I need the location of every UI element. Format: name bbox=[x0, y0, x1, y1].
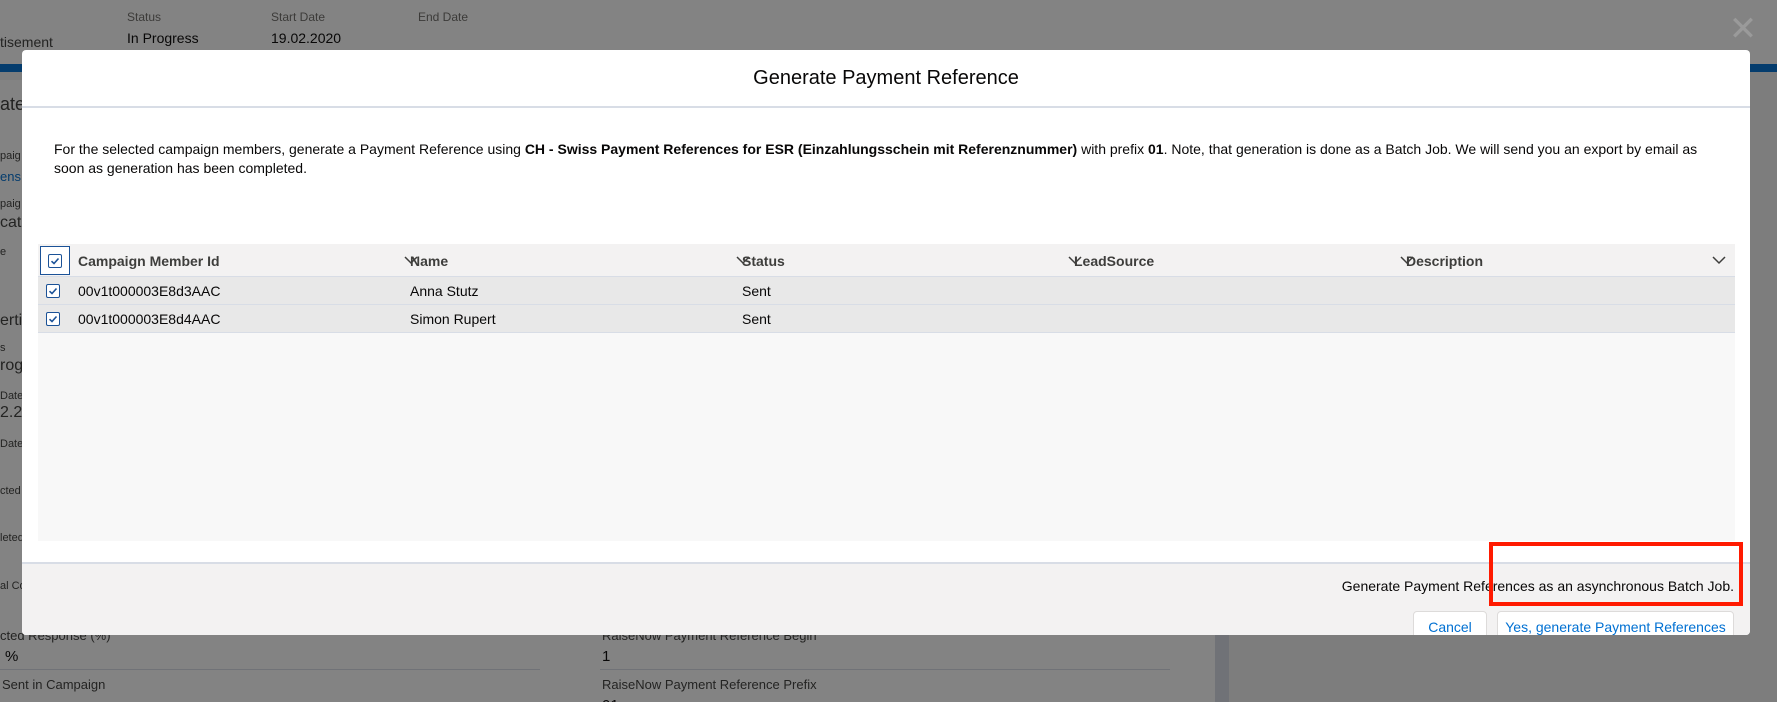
checkbox-checked-icon bbox=[48, 253, 62, 268]
table-row[interactable]: 00v1t000003E8d4AAC Simon Rupert Sent bbox=[38, 305, 1735, 333]
column-header-description[interactable]: Description bbox=[1406, 244, 1483, 277]
cell-status: Sent bbox=[742, 283, 771, 299]
column-header-campaign-member-id[interactable]: Campaign Member Id bbox=[78, 244, 220, 277]
row-checkbox[interactable] bbox=[46, 312, 60, 326]
cancel-button[interactable]: Cancel bbox=[1413, 611, 1487, 635]
footer-note: Generate Payment References as an asynch… bbox=[1341, 578, 1734, 594]
modal-title: Generate Payment Reference bbox=[753, 66, 1019, 89]
column-header-leadsource[interactable]: LeadSource bbox=[1074, 244, 1154, 277]
modal-header: Generate Payment Reference bbox=[22, 50, 1750, 108]
select-all-checkbox[interactable] bbox=[40, 246, 70, 275]
modal-description: For the selected campaign members, gener… bbox=[54, 141, 1698, 176]
modal-close-icon[interactable]: ✕ bbox=[1726, 12, 1760, 46]
generate-payment-reference-modal: Generate Payment Reference For the selec… bbox=[22, 50, 1750, 635]
table-row[interactable]: 00v1t000003E8d3AAC Anna Stutz Sent bbox=[38, 277, 1735, 305]
checkmark-icon bbox=[48, 287, 58, 295]
generate-payment-references-button[interactable]: Yes, generate Payment References bbox=[1497, 611, 1734, 635]
column-header-status[interactable]: Status bbox=[742, 244, 785, 277]
table-header: Campaign Member Id Name Status LeadSourc… bbox=[38, 244, 1735, 277]
modal-footer: Generate Payment References as an asynch… bbox=[22, 562, 1750, 635]
campaign-members-table: Campaign Member Id Name Status LeadSourc… bbox=[38, 244, 1735, 541]
row-checkbox[interactable] bbox=[46, 284, 60, 298]
chevron-down-icon[interactable] bbox=[1711, 252, 1727, 268]
column-header-name[interactable]: Name bbox=[410, 244, 448, 277]
cell-campaign-member-id: 00v1t000003E8d3AAC bbox=[78, 283, 221, 299]
modal-body: For the selected campaign members, gener… bbox=[22, 108, 1750, 562]
cell-status: Sent bbox=[742, 311, 771, 327]
cell-name: Anna Stutz bbox=[410, 283, 479, 299]
cell-name: Simon Rupert bbox=[410, 311, 496, 327]
checkmark-icon bbox=[48, 315, 58, 323]
cell-campaign-member-id: 00v1t000003E8d4AAC bbox=[78, 311, 221, 327]
